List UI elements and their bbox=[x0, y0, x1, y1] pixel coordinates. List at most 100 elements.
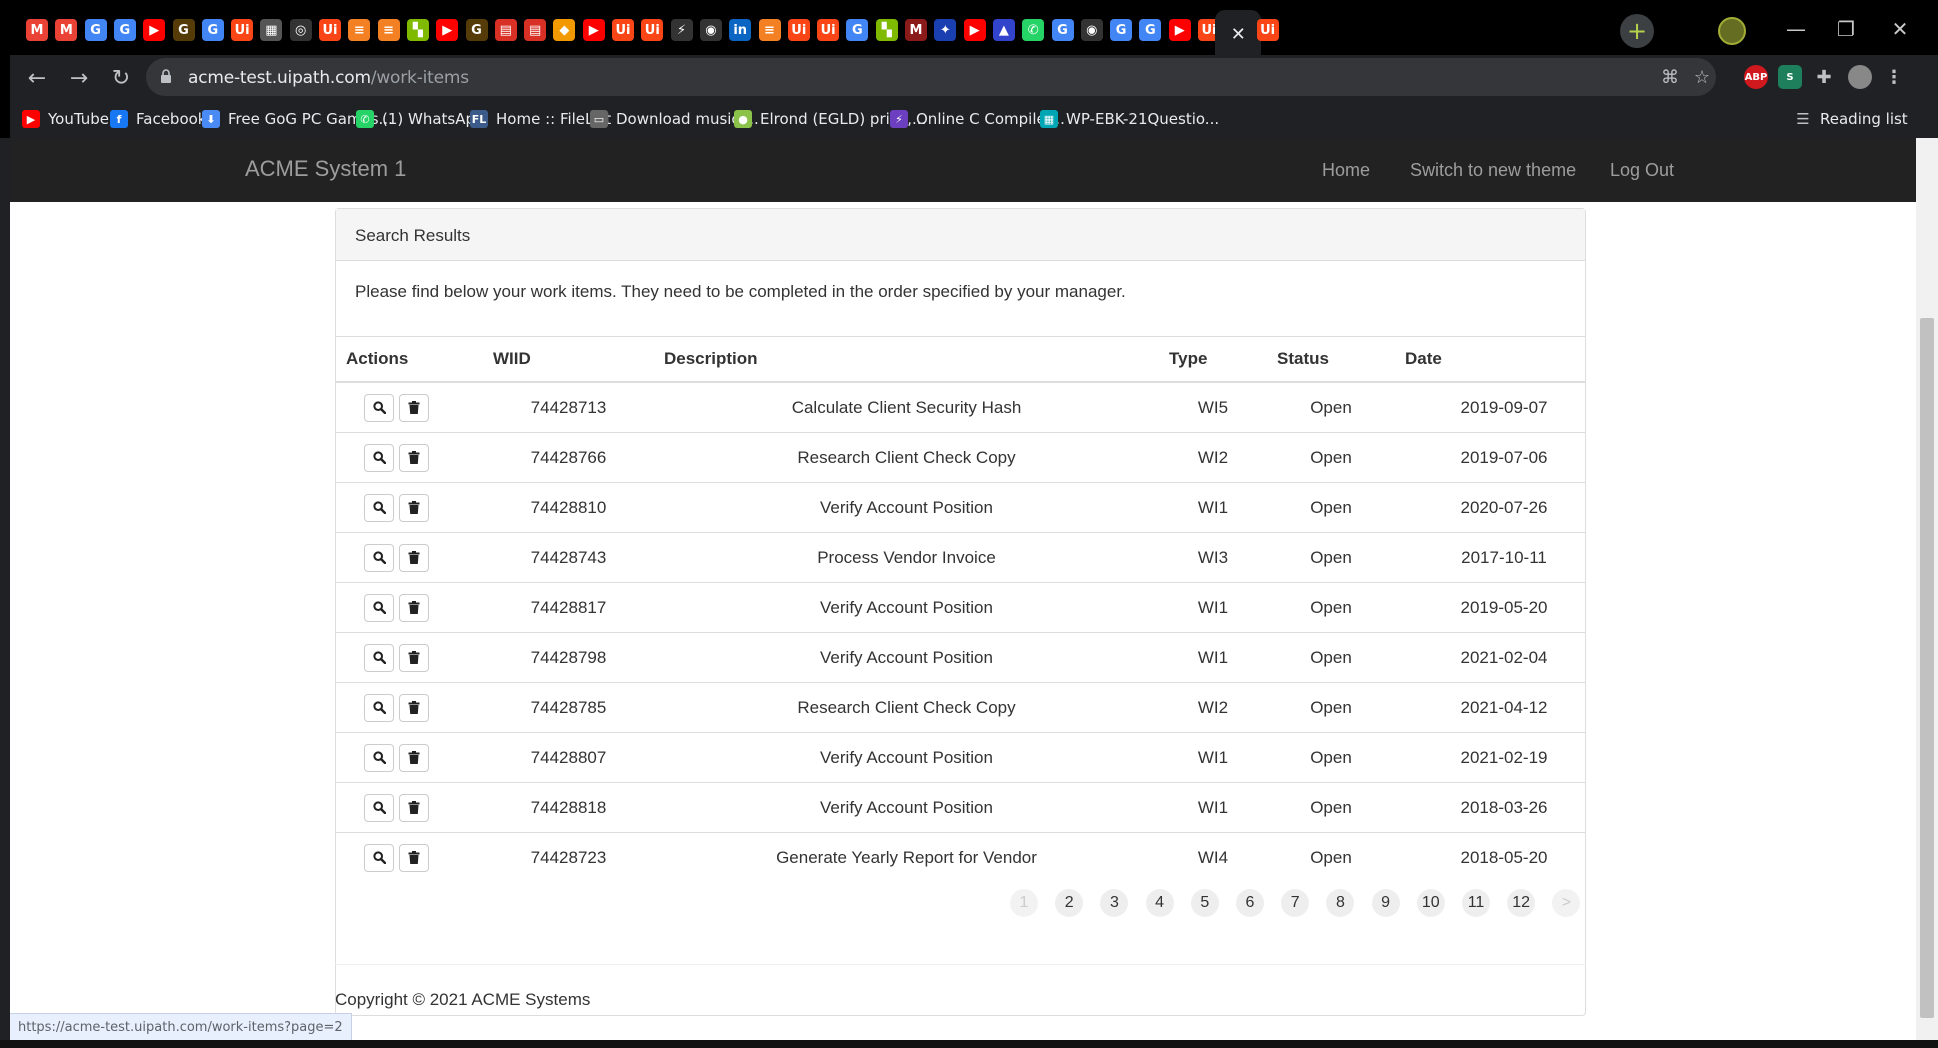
view-item-button[interactable] bbox=[364, 393, 394, 422]
youtube-icon: ▶ bbox=[22, 110, 40, 128]
bookmark-item[interactable]: ⚡ Online C Compiler... bbox=[890, 106, 1065, 132]
maximize-icon[interactable]: ❐ bbox=[1826, 14, 1866, 44]
scroll-thumb[interactable] bbox=[1920, 318, 1934, 1018]
search-icon bbox=[372, 851, 386, 864]
google-icon: G bbox=[113, 19, 136, 41]
status-bar-url: https://acme-test.uipath.com/work-items?… bbox=[10, 1013, 352, 1042]
reading-list-button[interactable]: ☰ Reading list bbox=[1794, 106, 1907, 132]
search-icon bbox=[372, 601, 386, 614]
view-item-button[interactable] bbox=[364, 693, 394, 722]
address-bar[interactable]: acme-test.uipath.com/work-items ⌘ ☆ bbox=[146, 58, 1716, 96]
delete-item-button[interactable] bbox=[399, 593, 429, 622]
goodreads-icon: G bbox=[172, 19, 195, 41]
table-row: 74428807 Verify Account Position WI1 Open 20… bbox=[336, 732, 1585, 783]
view-item-button[interactable] bbox=[364, 593, 394, 622]
whatsapp-icon: ✆ bbox=[356, 110, 374, 128]
description-cell: Research Client Check Copy bbox=[654, 432, 1159, 483]
linkedin-icon: in bbox=[729, 19, 752, 41]
github-icon: ◉ bbox=[699, 19, 722, 41]
page-link[interactable]: 8 bbox=[1326, 889, 1355, 917]
back-icon[interactable]: ← bbox=[22, 63, 52, 93]
calculator-icon: ▦ bbox=[260, 19, 283, 41]
table-row: 74428743 Process Vendor Invoice WI3 Open 201… bbox=[336, 532, 1585, 583]
minimize-icon[interactable]: — bbox=[1776, 14, 1816, 44]
translate-icon[interactable]: ⌘ bbox=[1658, 65, 1682, 89]
status-cell: Open bbox=[1267, 532, 1395, 583]
delete-item-button[interactable] bbox=[399, 693, 429, 722]
view-item-button[interactable] bbox=[364, 843, 394, 872]
bookmark-item[interactable]: f Facebook bbox=[110, 106, 206, 132]
profile-avatar-icon[interactable] bbox=[1718, 17, 1746, 45]
bookmark-item[interactable]: ▶ YouTube bbox=[22, 106, 109, 132]
adblock-plus-icon[interactable]: ABP bbox=[1744, 65, 1768, 89]
page-link[interactable]: 5 bbox=[1190, 889, 1219, 917]
bookmark-item[interactable]: ✆ (1) WhatsApp bbox=[356, 106, 485, 132]
grid-icon: ▦ bbox=[1040, 110, 1058, 128]
view-item-button[interactable] bbox=[364, 443, 394, 472]
page-link[interactable]: 3 bbox=[1100, 889, 1129, 917]
date-cell: 2018-03-26 bbox=[1395, 782, 1585, 833]
next-page-button[interactable]: > bbox=[1552, 889, 1581, 917]
close-window-icon[interactable]: ✕ bbox=[1880, 14, 1920, 44]
view-item-button[interactable] bbox=[364, 643, 394, 672]
bookmarks-bar: ☰ Reading list ▶ YouTube f Facebook ⬇ Free Go… bbox=[10, 100, 1938, 138]
view-item-button[interactable] bbox=[364, 493, 394, 522]
nav-home-link[interactable]: Home bbox=[1322, 160, 1370, 181]
type-cell: WI1 bbox=[1159, 482, 1267, 533]
page-link[interactable]: 12 bbox=[1507, 889, 1536, 917]
browser-tab[interactable]: Ui bbox=[1251, 10, 1285, 50]
delete-item-button[interactable] bbox=[399, 393, 429, 422]
reload-icon[interactable]: ↻ bbox=[106, 63, 136, 93]
forward-icon[interactable]: → bbox=[64, 63, 94, 93]
delete-item-button[interactable] bbox=[399, 443, 429, 472]
page-link[interactable]: 2 bbox=[1055, 889, 1084, 917]
page-link[interactable]: 10 bbox=[1416, 889, 1445, 917]
github-icon: ◉ bbox=[1080, 19, 1103, 41]
footer-divider bbox=[335, 964, 1586, 965]
trash-icon bbox=[408, 751, 420, 764]
delete-item-button[interactable] bbox=[399, 543, 429, 572]
page-scrollbar[interactable] bbox=[1916, 138, 1938, 1042]
delete-item-button[interactable] bbox=[399, 493, 429, 522]
bookmark-item[interactable]: ▦ WP-EBK-21Questio... bbox=[1040, 106, 1219, 132]
close-icon[interactable]: ✕ bbox=[1227, 24, 1249, 46]
page-link[interactable]: 11 bbox=[1462, 889, 1490, 917]
menu-kebab-icon[interactable]: ⋮ bbox=[1882, 65, 1906, 89]
page-link[interactable]: 7 bbox=[1281, 889, 1310, 917]
delete-item-button[interactable] bbox=[399, 843, 429, 872]
page-link[interactable]: 9 bbox=[1371, 889, 1400, 917]
status-cell: Open bbox=[1267, 582, 1395, 633]
youtube-icon: ▶ bbox=[436, 19, 459, 41]
delete-item-button[interactable] bbox=[399, 793, 429, 822]
google-icon: G bbox=[846, 19, 869, 41]
page-link[interactable]: 1 bbox=[1010, 889, 1038, 917]
view-item-button[interactable] bbox=[364, 793, 394, 822]
type-cell: WI2 bbox=[1159, 682, 1267, 733]
delete-item-button[interactable] bbox=[399, 743, 429, 772]
col-header-date: Date bbox=[1395, 337, 1585, 383]
description-cell: Process Vendor Invoice bbox=[654, 532, 1159, 583]
page-link[interactable]: 6 bbox=[1236, 889, 1264, 917]
extensions-puzzle-icon[interactable]: ✚ bbox=[1812, 65, 1836, 89]
status-cell: Open bbox=[1267, 782, 1395, 833]
delete-item-button[interactable] bbox=[399, 643, 429, 672]
nav-switch-theme-link[interactable]: Switch to new theme bbox=[1410, 160, 1576, 181]
view-item-button[interactable] bbox=[364, 743, 394, 772]
view-item-button[interactable] bbox=[364, 543, 394, 572]
new-tab-button[interactable]: + bbox=[1620, 14, 1654, 48]
type-cell: WI1 bbox=[1159, 732, 1267, 783]
web-page: ACME System 1 Home Switch to new theme L… bbox=[10, 138, 1916, 1042]
site-brand[interactable]: ACME System 1 bbox=[245, 156, 406, 182]
extension-s-icon[interactable]: S bbox=[1778, 65, 1802, 89]
trash-icon bbox=[408, 451, 420, 464]
nav-logout-link[interactable]: Log Out bbox=[1610, 160, 1674, 181]
page-link[interactable]: 4 bbox=[1145, 889, 1174, 917]
table-body: 74428713 Calculate Client Security Hash WI… bbox=[336, 382, 1585, 882]
microsoft-icon: ▚ bbox=[875, 19, 898, 41]
user-avatar-icon[interactable] bbox=[1848, 65, 1872, 89]
date-cell: 2021-02-19 bbox=[1395, 732, 1585, 783]
date-cell: 2019-05-20 bbox=[1395, 582, 1585, 633]
gmail-icon: M bbox=[55, 19, 78, 41]
description-cell: Verify Account Position bbox=[654, 782, 1159, 833]
bookmark-star-icon[interactable]: ☆ bbox=[1690, 65, 1714, 89]
